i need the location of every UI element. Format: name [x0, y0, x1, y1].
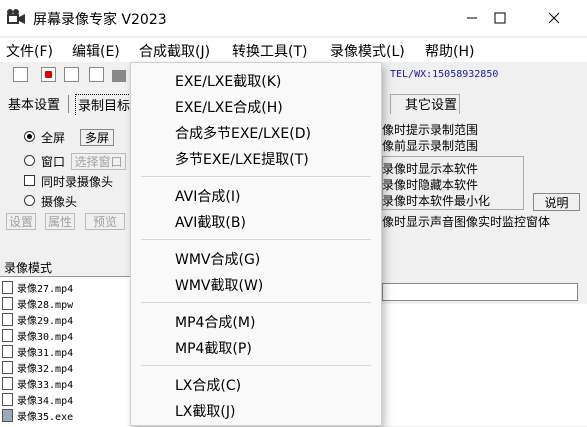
file-icon	[2, 296, 13, 310]
contact-text: TEL/WX:15058932850	[390, 69, 499, 80]
exe-file-icon	[2, 408, 13, 422]
preview-area	[382, 304, 587, 426]
menu-separator	[141, 365, 371, 366]
menu-compose-cut[interactable]: 合成截取(J)	[139, 41, 210, 61]
monitor-window-label[interactable]: 像时显示声音图像实时监控窗体	[382, 213, 550, 230]
list-item[interactable]: 录像33.mp4	[2, 375, 73, 391]
close-button[interactable]	[531, 0, 577, 36]
select-window-button[interactable]: 选择窗口	[71, 153, 126, 170]
menu-record-mode[interactable]: 录像模式(L)	[330, 41, 405, 61]
menu-item-wmv-cut[interactable]: WMV截取(W)	[175, 275, 263, 295]
multiscreen-button[interactable]: 多屏	[80, 129, 114, 146]
menu-item-compose-multi-exe[interactable]: 合成多节EXE/LXE(D)	[175, 123, 311, 143]
maximize-button[interactable]	[477, 0, 523, 36]
file-icon	[2, 328, 13, 342]
menu-separator	[141, 176, 371, 177]
menu-separator	[141, 302, 371, 303]
minimize-software-option[interactable]: 录像时本软件最小化	[382, 192, 490, 209]
file-icon	[2, 280, 13, 294]
list-item[interactable]: 录像28.mpw	[2, 295, 73, 311]
menu-item-lx-cut[interactable]: LX截取(J)	[175, 401, 235, 421]
tip-record-range-label[interactable]: 像时提示录制范围	[382, 121, 478, 138]
new-file-icon[interactable]	[13, 67, 28, 82]
menu-item-mp4-compose[interactable]: MP4合成(M)	[175, 312, 255, 332]
window-radio[interactable]	[24, 155, 35, 166]
window-title: 屏幕录像专家 V2023	[33, 12, 167, 28]
list-item[interactable]: 录像31.mp4	[2, 343, 73, 359]
pause-icon[interactable]	[64, 67, 79, 82]
menu-item-lx-compose[interactable]: LX合成(C)	[175, 375, 241, 395]
menu-convert-tools[interactable]: 转换工具(T)	[232, 41, 307, 61]
show-software-option[interactable]: 录像时显示本软件	[382, 160, 478, 177]
fullscreen-radio[interactable]	[24, 131, 35, 142]
file-list: 录像27.mp4 录像28.mpw 录像29.mp4 录像30.mp4 录像31…	[0, 276, 132, 427]
status-field	[382, 283, 578, 301]
title-bar: 屏幕录像专家 V2023	[0, 0, 587, 36]
menu-item-mp4-cut[interactable]: MP4截取(P)	[175, 338, 252, 358]
menu-edit[interactable]: 编辑(E)	[72, 41, 120, 61]
preview-button[interactable]: 预览	[85, 213, 125, 230]
file-icon	[2, 344, 13, 358]
menu-item-wmv-compose[interactable]: WMV合成(G)	[175, 249, 260, 269]
list-item[interactable]: 录像34.mp4	[2, 391, 73, 407]
menu-item-avi-compose[interactable]: AVI合成(I)	[175, 186, 240, 206]
menu-file[interactable]: 文件(F)	[6, 41, 53, 61]
tab-basic-settings[interactable]: 基本设置	[6, 94, 62, 114]
file-icon	[2, 392, 13, 406]
list-item[interactable]: 录像35.exe	[2, 407, 73, 423]
menu-help[interactable]: 帮助(H)	[425, 41, 474, 61]
menu-item-exe-lxe-compose[interactable]: EXE/LXE合成(H)	[175, 97, 283, 117]
record-icon[interactable]	[41, 67, 56, 82]
menu-item-extract-multi-exe[interactable]: 多节EXE/LXE提取(T)	[175, 149, 309, 169]
camera-icon[interactable]	[112, 70, 126, 82]
list-item[interactable]: 录像32.mp4	[2, 359, 73, 375]
properties-button[interactable]: 属性	[45, 213, 75, 230]
compose-cut-dropdown: EXE/LXE截取(K) EXE/LXE合成(H) 合成多节EXE/LXE(D)…	[130, 62, 382, 426]
menu-bar: 文件(F) 编辑(E) 合成截取(J) 转换工具(T) 录像模式(L) 帮助(H…	[0, 38, 587, 62]
stop-icon[interactable]	[89, 67, 104, 82]
app-camera-icon[interactable]	[6, 9, 26, 27]
file-icon	[2, 312, 13, 326]
camera-label: 摄像头	[41, 195, 78, 209]
record-camera-label: 同时录摄像头	[41, 175, 114, 189]
menu-separator	[141, 239, 371, 240]
menu-item-avi-cut[interactable]: AVI截取(B)	[175, 212, 246, 232]
setup-button[interactable]: 设置	[6, 213, 36, 230]
list-item[interactable]: 录像29.mp4	[2, 311, 73, 327]
menu-item-exe-lxe-cut[interactable]: EXE/LXE截取(K)	[175, 71, 281, 91]
window-label: 窗口	[41, 155, 66, 169]
list-header: 录像模式	[4, 261, 53, 275]
tab-record-target[interactable]: 录制目标	[75, 94, 134, 115]
file-icon	[2, 376, 13, 390]
show-record-range-label[interactable]: 像前显示录制范围	[382, 137, 478, 154]
record-camera-checkbox[interactable]	[24, 175, 35, 186]
explain-button[interactable]: 说明	[533, 193, 580, 211]
fullscreen-label: 全屏	[41, 131, 66, 145]
hide-software-option[interactable]: 录像时隐藏本软件	[382, 176, 478, 193]
file-icon	[2, 360, 13, 374]
list-item[interactable]: 录像27.mp4	[2, 279, 73, 295]
list-item[interactable]: 录像30.mp4	[2, 327, 73, 343]
camera-radio[interactable]	[24, 195, 35, 206]
